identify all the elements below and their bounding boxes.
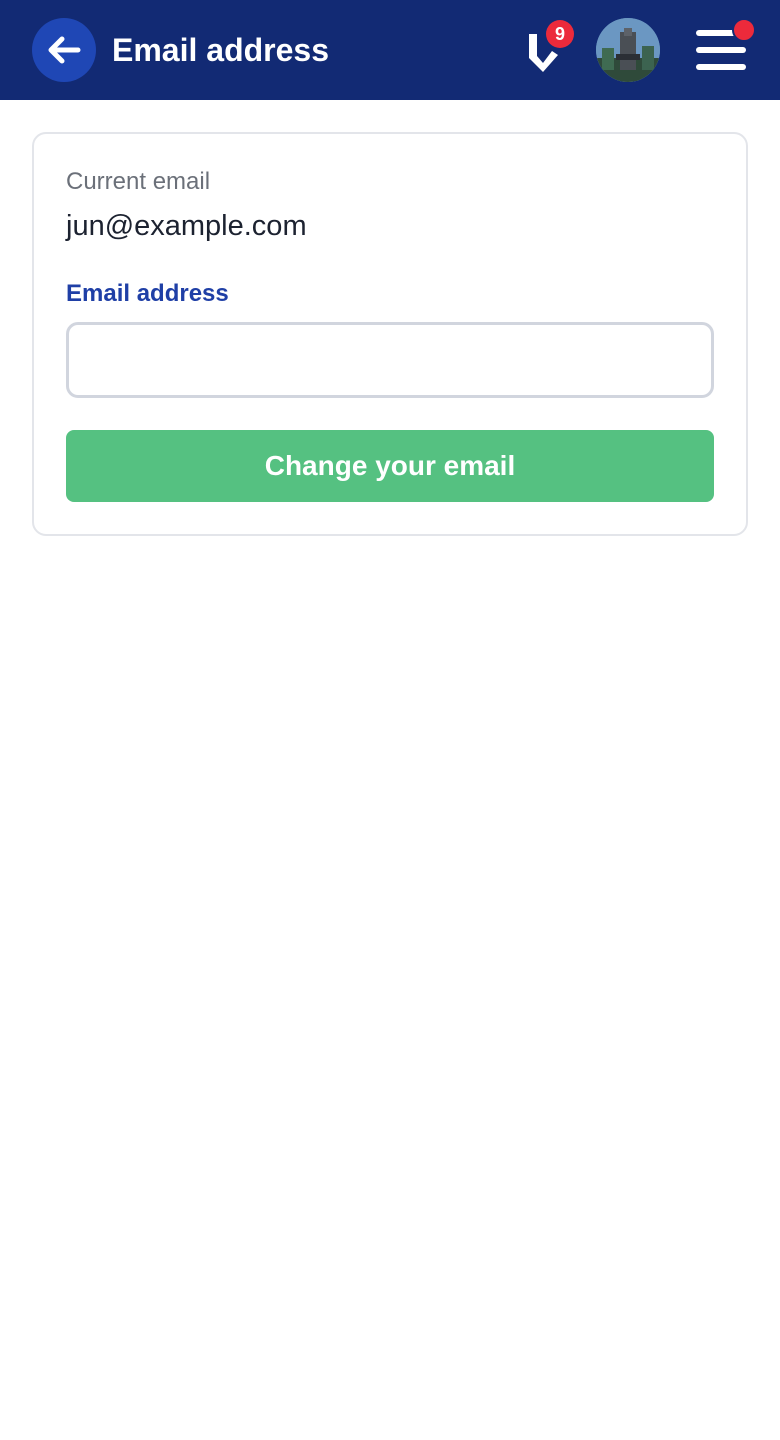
current-email-label: Current email (66, 168, 211, 195)
current-email-value: jun@example.com (66, 210, 307, 242)
menu-bar (696, 64, 746, 70)
back-button[interactable] (32, 18, 96, 82)
menu-bar (696, 47, 746, 53)
page-title: Email address (112, 32, 329, 68)
notification-count-badge: 9 (546, 20, 574, 48)
email-settings-card: Current email jun@example.com Email addr… (32, 132, 748, 536)
email-input[interactable] (66, 322, 714, 398)
brand-notifications-button[interactable]: 9 (522, 20, 574, 74)
user-avatar[interactable] (596, 18, 660, 82)
menu-button[interactable] (690, 18, 758, 82)
arrow-left-icon (48, 36, 81, 64)
email-field-label: Email address (66, 280, 229, 307)
change-email-button[interactable]: Change your email (66, 430, 714, 502)
app-header: Email address 9 (0, 0, 780, 100)
menu-alert-dot (732, 18, 756, 42)
